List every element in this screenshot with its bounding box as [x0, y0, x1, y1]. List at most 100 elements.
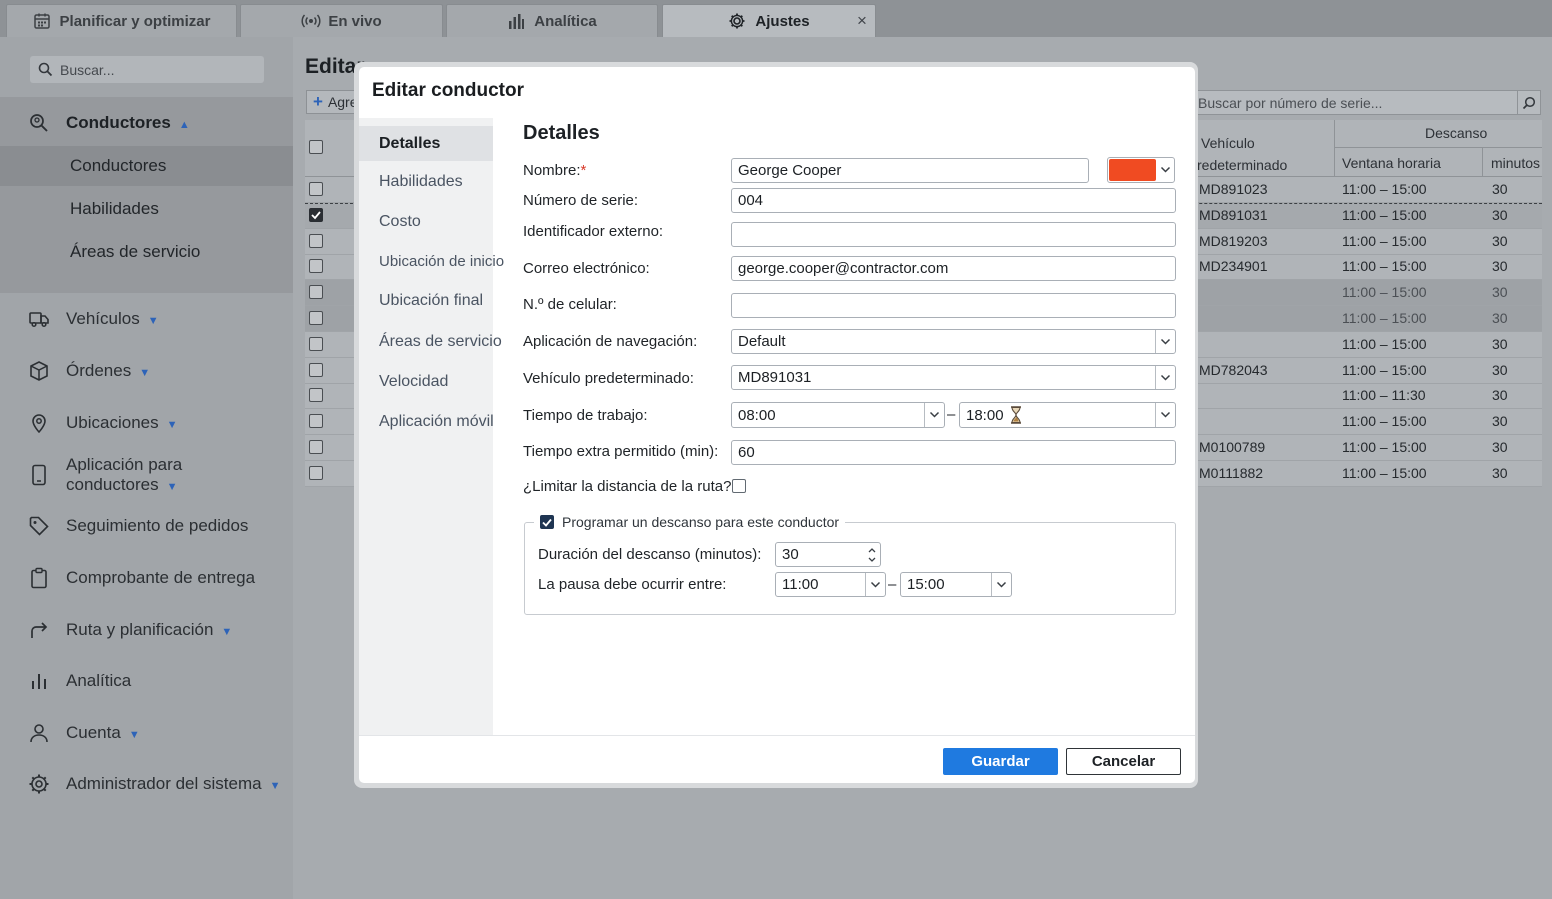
- sidebar-item-conductores[interactable]: Conductores ▲: [0, 103, 293, 143]
- modal-nav-ubicacion-final[interactable]: Ubicación final: [379, 292, 483, 310]
- tab-en-vivo[interactable]: En vivo: [240, 4, 443, 37]
- cell-minutes: 30: [1492, 310, 1508, 326]
- break-fieldset: [524, 522, 1176, 615]
- sidebar-item-app-conductores[interactable]: Aplicación para conductores ▼: [0, 455, 293, 495]
- name-input[interactable]: George Cooper: [731, 158, 1089, 183]
- row-checkbox[interactable]: [309, 337, 323, 351]
- row-checkbox[interactable]: [309, 311, 323, 325]
- work-start-value: 08:00: [738, 406, 776, 424]
- cell-minutes: 30: [1492, 413, 1508, 429]
- modal-nav-areas-servicio[interactable]: Áreas de servicio: [379, 333, 502, 351]
- search-users-icon: [28, 112, 50, 134]
- modal-nav-velocidad[interactable]: Velocidad: [379, 373, 448, 391]
- cell-minutes: 30: [1492, 258, 1508, 274]
- work-end-select[interactable]: 18:00: [959, 402, 1176, 428]
- modal-nav-detalles[interactable]: Detalles: [379, 135, 440, 153]
- sidebar-item-admin[interactable]: Administrador del sistema ▼: [0, 764, 293, 804]
- modal-nav-ubicacion-inicio[interactable]: Ubicación de inicio: [379, 253, 504, 270]
- sidebar-item-comprobante[interactable]: Comprobante de entrega: [0, 558, 293, 598]
- color-picker[interactable]: [1107, 157, 1175, 183]
- search-icon: [38, 62, 53, 77]
- sidebar-subitem-conductores[interactable]: Conductores: [70, 156, 166, 176]
- tab-analitica[interactable]: Analítica: [446, 4, 658, 37]
- cell-minutes: 30: [1492, 336, 1508, 352]
- row-checkbox[interactable]: [309, 182, 323, 196]
- tag-icon: [28, 515, 50, 537]
- row-checkbox[interactable]: [309, 208, 323, 222]
- row-checkbox[interactable]: [309, 440, 323, 454]
- row-checkbox[interactable]: [309, 414, 323, 428]
- external-id-input[interactable]: [731, 222, 1176, 247]
- email-label: Correo electrónico:: [523, 260, 650, 277]
- row-checkbox[interactable]: [309, 285, 323, 299]
- break-between-label: La pausa debe ocurrir entre:: [538, 576, 727, 593]
- tab-planificar[interactable]: Planificar y optimizar: [6, 4, 237, 37]
- sidebar-item-label: Administrador del sistema: [66, 774, 262, 793]
- search-placeholder: Buscar...: [60, 61, 115, 78]
- chevron-down-icon: [1155, 403, 1175, 427]
- search-icon[interactable]: [1517, 91, 1540, 114]
- cell-window: 11:00 – 15:00: [1342, 465, 1427, 481]
- default-vehicle-select[interactable]: MD891031: [731, 365, 1176, 390]
- modal-nav-habilidades[interactable]: Habilidades: [379, 173, 463, 191]
- cell-window: 11:00 – 15:00: [1342, 207, 1427, 223]
- sidebar-item-analitica[interactable]: Analítica: [0, 661, 293, 701]
- serial-input[interactable]: 004: [731, 188, 1176, 213]
- name-label: Nombre:*: [523, 162, 586, 179]
- cell-window: 11:00 – 15:00: [1342, 284, 1427, 300]
- sidebar-item-seguimiento[interactable]: Seguimiento de pedidos: [0, 506, 293, 546]
- sidebar-item-cuenta[interactable]: Cuenta ▼: [0, 713, 293, 753]
- stepper-arrows-icon[interactable]: [867, 546, 877, 564]
- email-input[interactable]: george.cooper@contractor.com: [731, 256, 1176, 281]
- break-enabled-checkbox[interactable]: [540, 515, 554, 529]
- tab-ajustes[interactable]: Ajustes: [662, 4, 876, 37]
- sidebar-subitem-areas[interactable]: Áreas de servicio: [70, 242, 200, 262]
- row-checkbox[interactable]: [309, 234, 323, 248]
- cell-minutes: 30: [1492, 233, 1508, 249]
- sidebar-item-label: Ruta y planificación: [66, 620, 214, 639]
- sidebar-subitem-habilidades[interactable]: Habilidades: [70, 199, 159, 219]
- break-end-select[interactable]: 15:00: [900, 572, 1012, 597]
- gear-icon: [28, 773, 50, 795]
- cell-minutes: 30: [1492, 284, 1508, 300]
- break-duration-stepper[interactable]: 30: [775, 542, 881, 567]
- cancel-button[interactable]: Cancelar: [1066, 748, 1181, 775]
- select-all-checkbox[interactable]: [309, 140, 323, 154]
- break-start-select[interactable]: 11:00: [775, 572, 886, 597]
- nav-app-select[interactable]: Default: [731, 329, 1176, 354]
- phone-input[interactable]: [731, 293, 1176, 318]
- caret-down-icon: ▼: [128, 729, 140, 741]
- modal-nav-aplicacion-movil[interactable]: Aplicación móvil: [379, 413, 494, 431]
- limit-distance-checkbox[interactable]: [732, 479, 746, 493]
- col-vehicle-header-sub: redeterminado: [1197, 157, 1288, 173]
- row-checkbox[interactable]: [309, 363, 323, 377]
- col-minutes-header: minutos: [1491, 155, 1541, 171]
- cell-minutes: 30: [1492, 465, 1508, 481]
- sidebar-search-input[interactable]: Buscar...: [30, 56, 264, 83]
- modal-title: Editar conductor: [372, 80, 525, 101]
- sidebar-item-ruta[interactable]: Ruta y planificación ▼: [0, 610, 293, 650]
- sidebar-item-ordenes[interactable]: Órdenes ▼: [0, 351, 293, 391]
- limit-distance-label: ¿Limitar la distancia de la ruta?: [523, 478, 732, 495]
- save-button[interactable]: Guardar: [943, 748, 1058, 775]
- close-tab-icon[interactable]: ×: [857, 11, 1540, 31]
- overtime-input[interactable]: 60: [731, 440, 1176, 465]
- serial-search-input[interactable]: Buscar por número de serie...: [1195, 90, 1541, 115]
- cell-window: 11:00 – 11:30: [1342, 387, 1426, 403]
- name-label-text: Nombre:: [523, 162, 581, 179]
- bar-chart-icon: [507, 12, 525, 30]
- modal-nav-costo[interactable]: Costo: [379, 213, 421, 231]
- sidebar-item-vehiculos[interactable]: Vehículos ▼: [0, 299, 293, 339]
- cell-window: 11:00 – 15:00: [1342, 233, 1427, 249]
- box-icon: [28, 360, 50, 382]
- row-checkbox[interactable]: [309, 466, 323, 480]
- break-duration-label: Duración del descanso (minutos):: [538, 546, 762, 563]
- sidebar-item-ubicaciones[interactable]: Ubicaciones ▼: [0, 403, 293, 443]
- overtime-label: Tiempo extra permitido (min):: [523, 443, 719, 460]
- row-checkbox[interactable]: [309, 388, 323, 402]
- caret-down-icon: ▼: [147, 315, 159, 327]
- work-start-select[interactable]: 08:00: [731, 402, 945, 428]
- sidebar-item-label: Aplicación para conductores: [66, 455, 183, 494]
- row-checkbox[interactable]: [309, 259, 323, 273]
- caret-down-icon: ▼: [166, 419, 178, 431]
